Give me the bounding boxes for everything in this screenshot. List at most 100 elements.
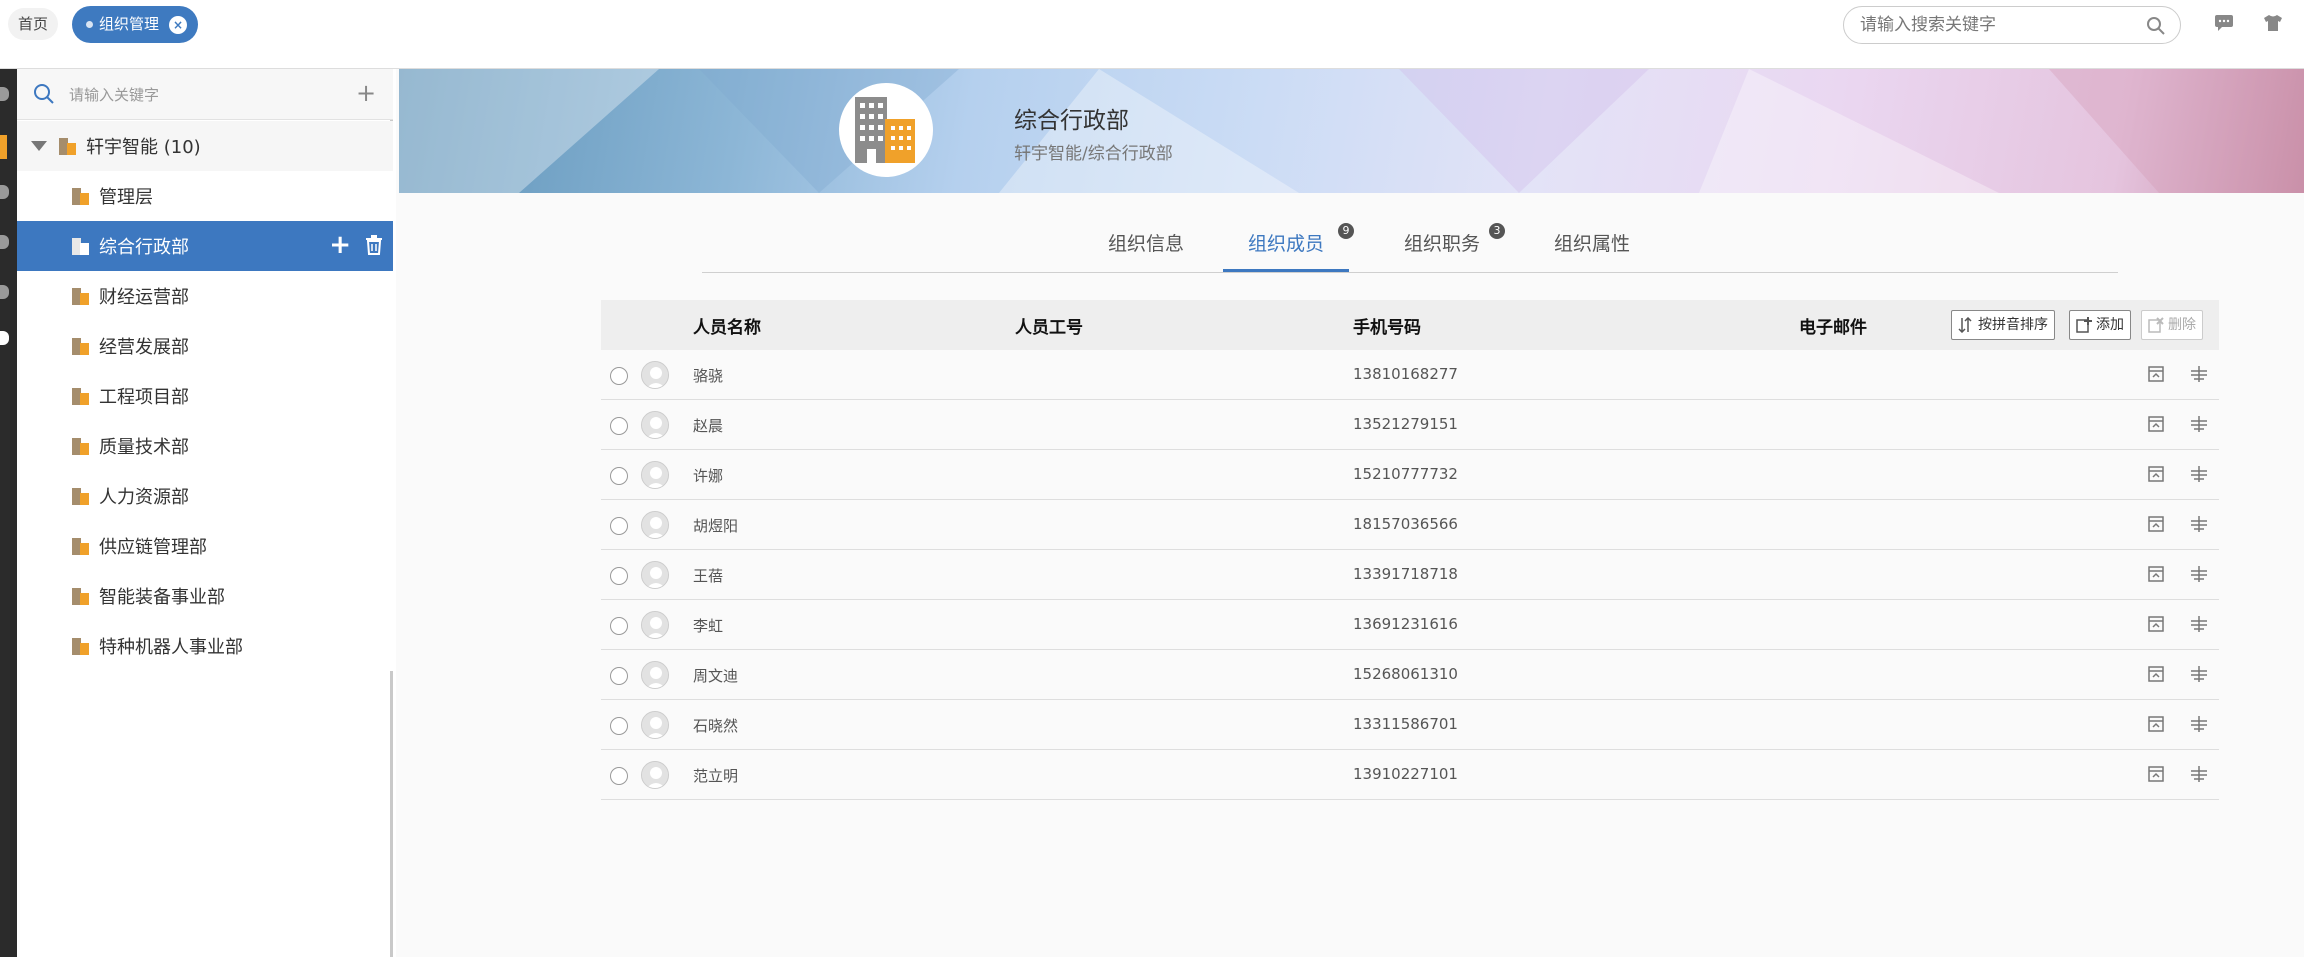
person-icon — [642, 412, 668, 438]
close-icon[interactable]: × — [169, 15, 188, 34]
set-leader-icon[interactable] — [2147, 365, 2165, 383]
drag-handle-icon[interactable] — [2190, 465, 2208, 483]
building-icon — [72, 287, 89, 305]
message-icon[interactable] — [2214, 14, 2234, 32]
tree-item-label: 管理层 — [99, 187, 153, 208]
drag-handle-icon[interactable] — [2190, 565, 2208, 583]
member-name: 骆骁 — [693, 367, 724, 385]
member-phone: 15268061310 — [1353, 665, 1458, 683]
person-icon — [642, 762, 668, 788]
row-radio[interactable] — [610, 667, 628, 685]
row-radio[interactable] — [610, 767, 628, 785]
tree-item-label: 经营发展部 — [99, 337, 189, 358]
add-member-button[interactable]: 添加 — [2069, 310, 2131, 340]
global-search — [1843, 6, 2181, 44]
table-row[interactable]: 胡煜阳 18157036566 — [601, 500, 2219, 550]
doc-icon[interactable] — [0, 331, 9, 345]
nav-icon[interactable] — [0, 87, 9, 101]
tree-item[interactable]: 智能装备事业部 — [17, 571, 393, 621]
tree-item[interactable]: 经营发展部 — [17, 321, 393, 371]
row-radio[interactable] — [610, 417, 628, 435]
tree-item[interactable]: 特种机器人事业部 — [17, 621, 393, 671]
tree-search: + — [17, 69, 393, 120]
drag-handle-icon[interactable] — [2190, 665, 2208, 683]
table-row[interactable]: 许娜 15210777732 — [601, 450, 2219, 500]
tree-item[interactable]: 质量技术部 — [17, 421, 393, 471]
users-icon[interactable] — [0, 235, 9, 249]
set-leader-icon[interactable] — [2147, 765, 2165, 783]
tree-root[interactable]: 轩宇智能 (10) — [17, 121, 393, 171]
person-icon — [642, 362, 668, 388]
table-row[interactable]: 范立明 13910227101 — [601, 750, 2219, 800]
drag-handle-icon[interactable] — [2190, 365, 2208, 383]
caret-down-icon[interactable] — [31, 141, 47, 151]
table-row[interactable]: 李虹 13691231616 — [601, 600, 2219, 650]
drag-handle-icon[interactable] — [2190, 515, 2208, 533]
drag-handle-icon[interactable] — [2190, 765, 2208, 783]
tree-search-input[interactable] — [69, 81, 329, 109]
tree-item[interactable]: 供应链管理部 — [17, 521, 393, 571]
search-icon — [34, 84, 54, 104]
col-name: 人员名称 — [693, 318, 761, 338]
table-row[interactable]: 骆骁 13810168277 — [601, 350, 2219, 400]
tree-item[interactable]: 管理层 — [17, 171, 393, 221]
shirt-icon[interactable] — [2263, 14, 2283, 32]
table-header: 人员名称 人员工号 手机号码 电子邮件 按拼音排序 添加 删除 — [601, 300, 2219, 350]
sort-pinyin-button[interactable]: 按拼音排序 — [1951, 310, 2055, 340]
person-icon — [642, 612, 668, 638]
tree-item-label: 财经运营部 — [99, 287, 189, 308]
building-icon — [72, 437, 89, 455]
global-search-input[interactable] — [1860, 7, 2140, 43]
tab-org-members[interactable]: 组织成员 — [1223, 224, 1349, 272]
member-phone: 13311586701 — [1353, 715, 1458, 733]
set-leader-icon[interactable] — [2147, 615, 2165, 633]
row-radio[interactable] — [610, 567, 628, 585]
tab-org-positions[interactable]: 组织职务 — [1392, 224, 1492, 272]
drag-handle-icon[interactable] — [2190, 615, 2208, 633]
add-child-icon[interactable]: + — [329, 232, 351, 258]
avatar — [641, 661, 669, 689]
org-avatar — [839, 83, 933, 177]
drag-handle-icon[interactable] — [2190, 415, 2208, 433]
drag-handle-icon[interactable] — [2190, 715, 2208, 733]
search-icon[interactable] — [2146, 16, 2166, 36]
row-radio[interactable] — [610, 467, 628, 485]
table-row[interactable]: 王蓓 13391718718 — [601, 550, 2219, 600]
tree-item[interactable]: 人力资源部 — [17, 471, 393, 521]
edit-icon[interactable] — [0, 285, 9, 299]
tab-org-management[interactable]: 组织管理 × — [72, 6, 198, 43]
row-radio[interactable] — [610, 517, 628, 535]
set-leader-icon[interactable] — [2147, 415, 2165, 433]
trash-icon[interactable] — [365, 235, 383, 255]
row-radio[interactable] — [610, 367, 628, 385]
add-org-icon[interactable]: + — [356, 81, 376, 105]
row-radio[interactable] — [610, 617, 628, 635]
tree-item-label: 综合行政部 — [99, 237, 189, 258]
row-radio[interactable] — [610, 717, 628, 735]
tab-org-attributes[interactable]: 组织属性 — [1542, 224, 1642, 272]
tab-home[interactable]: 首页 — [8, 8, 59, 40]
table-row[interactable]: 赵晨 13521279151 — [601, 400, 2219, 450]
tree-item[interactable]: 财经运营部 — [17, 271, 393, 321]
tab-org-info[interactable]: 组织信息 — [1096, 224, 1196, 272]
members-count-badge: 9 — [1338, 223, 1354, 239]
delete-icon — [2148, 317, 2164, 333]
col-email: 电子邮件 — [1799, 318, 1867, 338]
member-name: 胡煜阳 — [693, 517, 739, 535]
set-leader-icon[interactable] — [2147, 665, 2165, 683]
tree-item[interactable]: 工程项目部 — [17, 371, 393, 421]
person-icon — [642, 462, 668, 488]
user-icon[interactable] — [0, 185, 9, 199]
set-leader-icon[interactable] — [2147, 515, 2165, 533]
tree-item-label: 人力资源部 — [99, 487, 189, 508]
tree-item-label: 质量技术部 — [99, 437, 189, 458]
tree-item-selected[interactable]: 综合行政部 + — [17, 221, 393, 271]
table-row[interactable]: 周文迪 15268061310 — [601, 650, 2219, 700]
delete-member-button[interactable]: 删除 — [2141, 310, 2203, 340]
button-label: 按拼音排序 — [1978, 317, 2048, 333]
set-leader-icon[interactable] — [2147, 715, 2165, 733]
table-row[interactable]: 石晓然 13311586701 — [601, 700, 2219, 750]
tab-label: 组织属性 — [1553, 233, 1630, 255]
set-leader-icon[interactable] — [2147, 565, 2165, 583]
set-leader-icon[interactable] — [2147, 465, 2165, 483]
